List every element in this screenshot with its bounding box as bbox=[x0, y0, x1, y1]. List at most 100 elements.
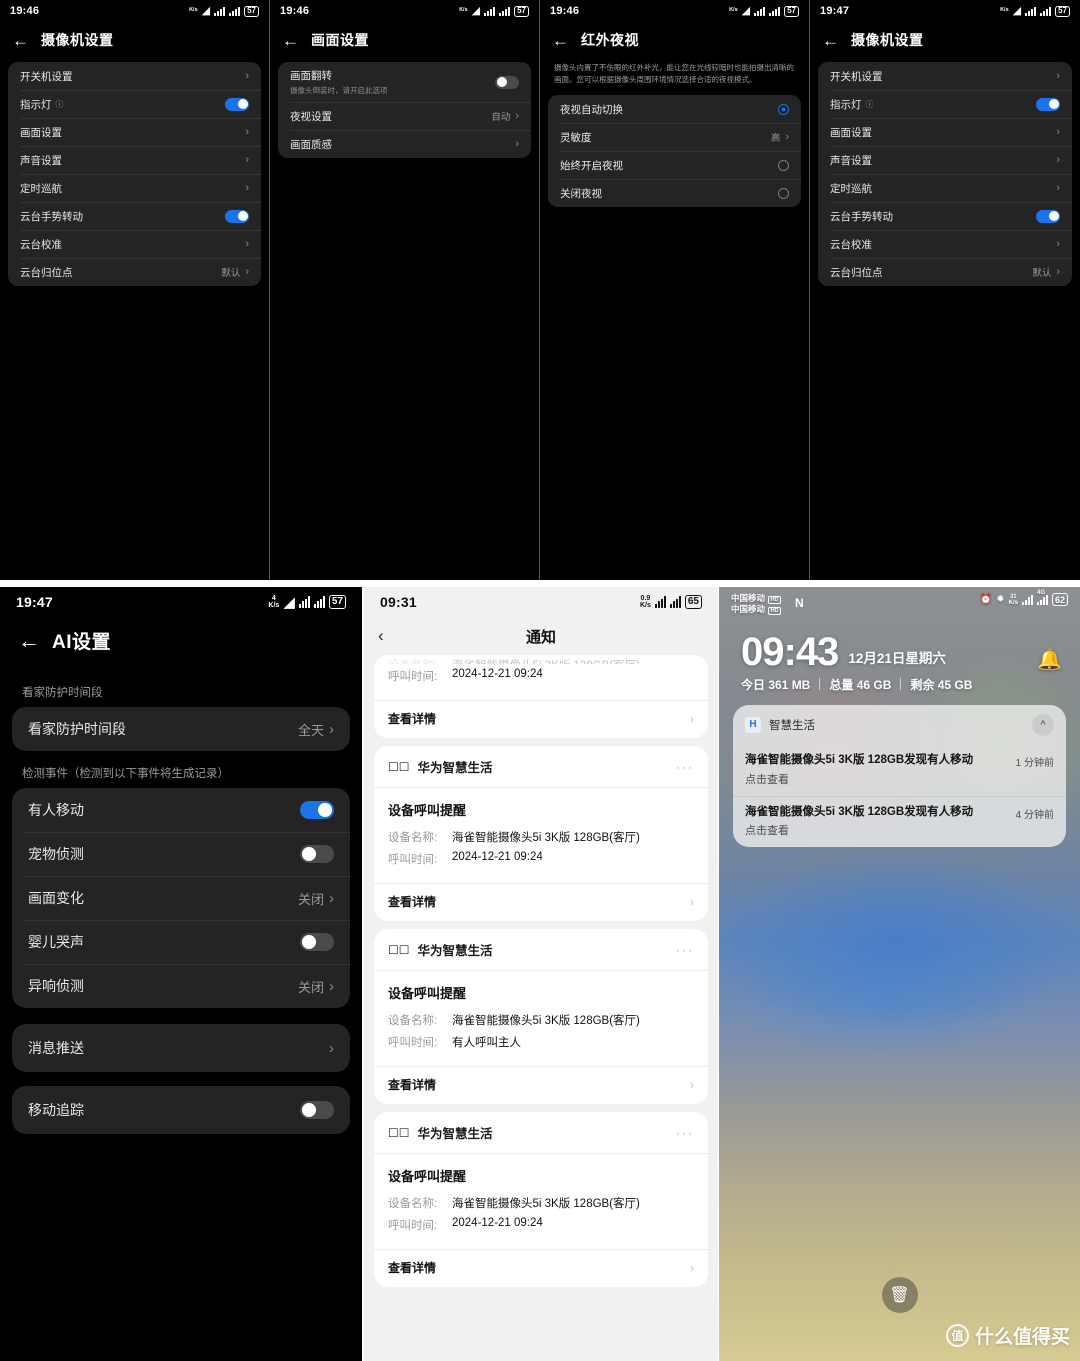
row-right: › bbox=[245, 70, 249, 82]
back-arrow-icon[interactable]: ← bbox=[18, 630, 40, 652]
radio-button[interactable] bbox=[778, 159, 789, 171]
row-abnormal-sound[interactable]: 异响侦测 关闭 › bbox=[12, 964, 350, 1008]
row-picture-settings[interactable]: 画面设置 › bbox=[8, 118, 261, 146]
notif-body: 设备呼叫提醒 设备名称: 海雀智能摄像头5i 3K版 128GB(客厅) 呼叫时… bbox=[374, 1154, 708, 1249]
lock-notification-group[interactable]: H 智慧生活 ^ 海雀智能摄像头5i 3K版 128GB发现有人移动 点击查看 … bbox=[733, 704, 1066, 848]
clear-notifications-trash-icon[interactable]: 🗑 bbox=[881, 1277, 918, 1313]
back-chevron-icon[interactable]: ‹ bbox=[378, 626, 384, 646]
row-image-flip[interactable]: 画面翻转 摄像头倒装时，请开启此选项 bbox=[278, 62, 531, 102]
toggle-switch[interactable] bbox=[300, 801, 334, 819]
row-scene-change[interactable]: 画面变化 关闭 › bbox=[12, 876, 350, 920]
row-value: 默认 bbox=[1032, 268, 1052, 279]
row-night-vision-settings[interactable]: 夜视设置 自动 › bbox=[278, 102, 531, 130]
toggle-switch[interactable] bbox=[225, 209, 249, 223]
row-sound-settings[interactable]: 声音设置 › bbox=[818, 146, 1072, 174]
row-scheduled-cruise[interactable]: 定时巡航 › bbox=[8, 174, 261, 202]
chevron-right-icon: › bbox=[690, 711, 694, 726]
row-label: 始终开启夜视 bbox=[560, 159, 623, 172]
notification-settings-bell-icon[interactable]: 🔔 bbox=[1037, 647, 1062, 672]
notification-card-partial[interactable]: 设备名称: 海雀智能摄像头5i 3K版 128GB(客厅) 呼叫时间: 2024… bbox=[374, 655, 708, 738]
nav-bar: ← 画面设置 bbox=[270, 22, 539, 62]
notif-time-row: 呼叫时间: 2024-12-21 09:24 bbox=[388, 668, 694, 684]
speed-value: 4 bbox=[271, 595, 276, 602]
row-indicator-light[interactable]: 指示灯 ⓘ bbox=[818, 90, 1072, 118]
toggle-switch[interactable] bbox=[1036, 209, 1060, 223]
row-night-vision-off[interactable]: 关闭夜视 bbox=[548, 179, 801, 207]
row-indicator-light[interactable]: 指示灯 ⓘ bbox=[8, 90, 261, 118]
row-gimbal-home[interactable]: 云台归位点 默认 › bbox=[818, 258, 1072, 286]
row-sensitivity[interactable]: 灵敏度 高 › bbox=[548, 123, 801, 151]
row-motion-tracking[interactable]: 移动追踪 bbox=[12, 1086, 350, 1134]
radio-button[interactable] bbox=[778, 103, 789, 115]
toggle-switch[interactable] bbox=[300, 845, 334, 863]
row-auto-night-vision[interactable]: 夜视自动切换 bbox=[548, 95, 801, 123]
status-time: 19:47 bbox=[820, 5, 850, 17]
collapse-chevron-up-icon[interactable]: ^ bbox=[1032, 713, 1054, 736]
notif-time-key: 呼叫时间: bbox=[388, 854, 438, 866]
lock-notif-sub: 点击查看 bbox=[745, 825, 789, 838]
row-scheduled-cruise[interactable]: 定时巡航 › bbox=[818, 174, 1072, 202]
row-power-settings[interactable]: 开关机设置 › bbox=[818, 62, 1072, 90]
row-label: 云台手势转动 bbox=[830, 210, 893, 223]
row-power-settings[interactable]: 开关机设置 › bbox=[8, 62, 261, 90]
nfc-icon: N bbox=[795, 596, 804, 610]
row-label-block: 画面翻转 摄像头倒装时，请开启此选项 bbox=[290, 68, 388, 96]
lock-notification-item[interactable]: 海雀智能摄像头5i 3K版 128GB发现有人移动 点击查看 4 分钟前 bbox=[733, 795, 1066, 848]
notif-detail-link[interactable]: 查看详情 › bbox=[374, 1066, 708, 1104]
notification-card[interactable]: ☐☐ 华为智慧生活 ··· 设备呼叫提醒 设备名称: 海雀智能摄像头5i 3K版… bbox=[374, 1112, 708, 1287]
data-left: 剩余 45 GB bbox=[910, 677, 973, 692]
signal-bars-icon-1 bbox=[1021, 594, 1033, 605]
notif-detail-link[interactable]: 查看详情 › bbox=[374, 883, 708, 921]
notif-detail-link[interactable]: 查看详情 › bbox=[374, 1249, 708, 1287]
more-options-icon[interactable]: ··· bbox=[676, 944, 694, 956]
lock-notification-item[interactable]: 海雀智能摄像头5i 3K版 128GB发现有人移动 点击查看 1 分钟前 bbox=[733, 745, 1066, 796]
info-icon[interactable]: ⓘ bbox=[56, 99, 64, 110]
row-gimbal-calibration[interactable]: 云台校准 › bbox=[818, 230, 1072, 258]
row-sound-settings[interactable]: 声音设置 › bbox=[8, 146, 261, 174]
row-baby-crying[interactable]: 婴儿哭声 bbox=[12, 920, 350, 964]
notif-detail-link[interactable]: 查看详情 › bbox=[374, 700, 708, 738]
row-label: 云台校准 bbox=[830, 238, 872, 251]
back-arrow-icon[interactable]: ← bbox=[282, 32, 299, 49]
row-right: › bbox=[515, 138, 519, 150]
row-picture-settings[interactable]: 画面设置 › bbox=[818, 118, 1072, 146]
notif-time-row: 呼叫时间: 2024-12-21 09:24 bbox=[388, 1217, 694, 1233]
status-bar: 19:46 K/s ◢ 57 bbox=[270, 0, 539, 22]
panel-picture-settings: 19:46 K/s ◢ 57 ← 画面设置 画面翻转 摄像头倒装时，请开启此选项 bbox=[270, 0, 539, 580]
toggle-switch[interactable] bbox=[495, 75, 519, 89]
chevron-right-icon: › bbox=[1056, 237, 1060, 250]
row-label: 定时巡航 bbox=[830, 182, 872, 195]
row-guard-time-range[interactable]: 看家防护时间段 全天 › bbox=[12, 707, 350, 751]
toggle-switch[interactable] bbox=[1036, 97, 1060, 111]
more-options-icon[interactable]: ··· bbox=[676, 1127, 694, 1139]
row-gimbal-gesture[interactable]: 云台手势转动 bbox=[8, 202, 261, 230]
back-arrow-icon[interactable]: ← bbox=[552, 32, 569, 49]
page-title: AI设置 bbox=[52, 632, 112, 653]
signal-bars-icon-2 bbox=[1040, 6, 1052, 16]
row-image-texture[interactable]: 画面质感 › bbox=[278, 130, 531, 158]
row-pet-detection[interactable]: 宠物侦测 bbox=[12, 832, 350, 876]
row-right: 高 › bbox=[771, 130, 789, 144]
lock-notif-text: 海雀智能摄像头5i 3K版 128GB发现有人移动 点击查看 bbox=[745, 752, 973, 787]
row-right: 关闭 › bbox=[298, 977, 334, 996]
speed-unit: K/s bbox=[268, 602, 280, 609]
row-always-on-night-vision[interactable]: 始终开启夜视 bbox=[548, 151, 801, 179]
row-gimbal-gesture[interactable]: 云台手势转动 bbox=[818, 202, 1072, 230]
row-message-push[interactable]: 消息推送 › bbox=[12, 1024, 350, 1072]
row-gimbal-calibration[interactable]: 云台校准 › bbox=[8, 230, 261, 258]
row-gimbal-home[interactable]: 云台归位点 默认 › bbox=[8, 258, 261, 286]
back-arrow-icon[interactable]: ← bbox=[822, 32, 839, 49]
notification-card[interactable]: ☐☐ 华为智慧生活 ··· 设备呼叫提醒 设备名称: 海雀智能摄像头5i 3K版… bbox=[374, 746, 708, 921]
radio-button[interactable] bbox=[778, 187, 789, 199]
row-value: 关闭 bbox=[297, 891, 324, 907]
toggle-switch[interactable] bbox=[225, 97, 249, 111]
back-arrow-icon[interactable]: ← bbox=[12, 32, 29, 49]
toggle-switch[interactable] bbox=[300, 1101, 334, 1119]
info-icon[interactable]: ⓘ bbox=[866, 99, 874, 110]
row-right: › bbox=[245, 154, 249, 166]
toggle-switch[interactable] bbox=[300, 933, 334, 951]
notification-card[interactable]: ☐☐ 华为智慧生活 ··· 设备呼叫提醒 设备名称: 海雀智能摄像头5i 3K版… bbox=[374, 929, 708, 1104]
more-options-icon[interactable]: ··· bbox=[676, 761, 694, 773]
notif-app: ☐☐ 华为智慧生活 bbox=[388, 1123, 493, 1142]
row-person-motion[interactable]: 有人移动 bbox=[12, 788, 350, 832]
